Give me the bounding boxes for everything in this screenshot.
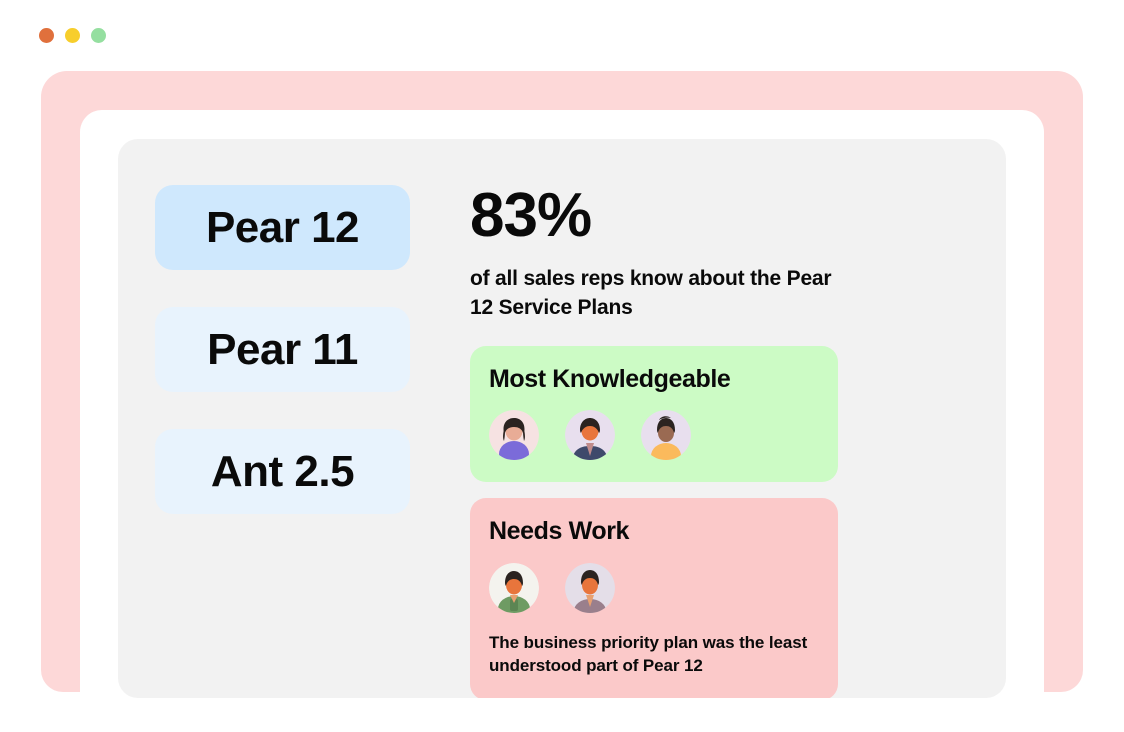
- version-pill-pear-11[interactable]: Pear 11: [155, 307, 410, 392]
- minimize-window-button[interactable]: [65, 28, 80, 43]
- content-panel: Pear 12 Pear 11 Ant 2.5 83% of all sales…: [118, 139, 1006, 698]
- close-window-button[interactable]: [39, 28, 54, 43]
- detail-column: 83% of all sales reps know about the Pea…: [470, 185, 838, 698]
- version-pill-label: Pear 11: [207, 324, 358, 374]
- needs-work-note: The business priority plan was the least…: [489, 632, 808, 675]
- version-pill-label: Ant 2.5: [210, 446, 355, 496]
- version-selector-rail: Pear 12 Pear 11 Ant 2.5: [155, 185, 410, 514]
- version-pill-label: Pear 12: [205, 202, 360, 252]
- traffic-light-group: [39, 28, 106, 43]
- needs-work-card: Needs Work The business priority plan wa…: [470, 498, 838, 698]
- stat-caption: of all sales reps know about the Pear 12…: [470, 267, 832, 319]
- version-pill-ant-2-5[interactable]: Ant 2.5: [155, 429, 410, 514]
- card-title: Most Knowledgeable: [489, 364, 731, 393]
- window-titlebar: [0, 0, 1124, 71]
- version-pill-pear-12[interactable]: Pear 12: [155, 185, 410, 270]
- stat-percentage: 83%: [470, 181, 592, 250]
- avatar-rep-5[interactable]: [565, 562, 615, 613]
- avatar-rep-1[interactable]: [489, 410, 539, 461]
- avatar-row-knowledgeable: [489, 410, 819, 461]
- avatar-rep-2[interactable]: [565, 410, 615, 461]
- maximize-window-button[interactable]: [91, 28, 106, 43]
- avatar-row-needs-work: [489, 562, 819, 613]
- avatar-rep-3[interactable]: [641, 410, 691, 461]
- most-knowledgeable-card: Most Knowledgeable: [470, 345, 838, 483]
- card-title: Needs Work: [489, 517, 630, 546]
- avatar-rep-4[interactable]: [489, 562, 539, 613]
